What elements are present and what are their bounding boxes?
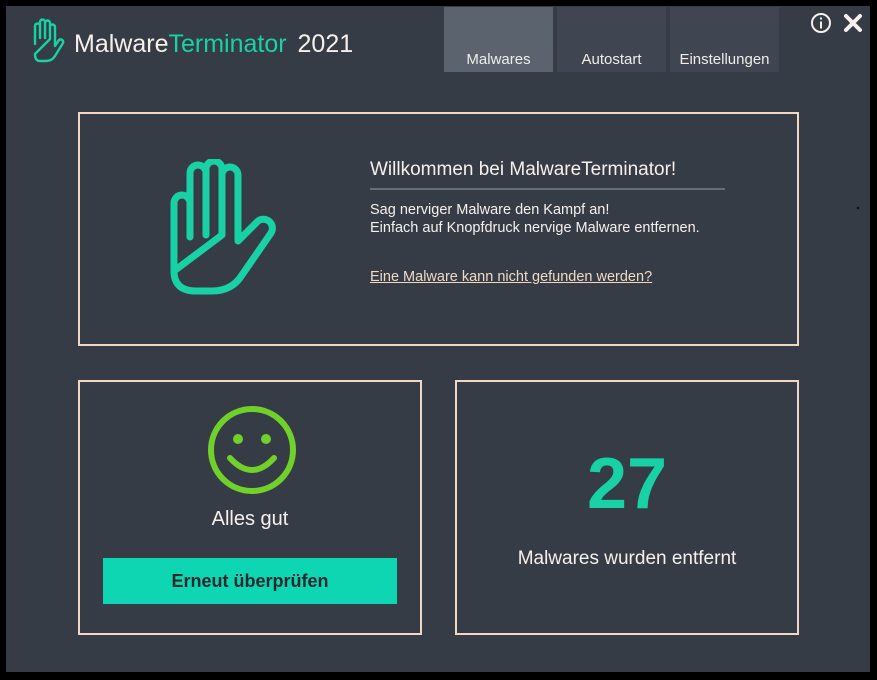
welcome-text-line: Einfach auf Knopfdruck nervige Malware e… [370, 220, 700, 236]
app-title-part1: Malware [74, 30, 169, 58]
tab-malwares[interactable]: Malwares [444, 7, 553, 72]
tab-label: Malwares [466, 51, 531, 68]
welcome-panel: Willkommen bei MalwareTerminator! Sag ne… [78, 112, 799, 346]
decorative-dot [857, 207, 859, 209]
app-title: MalwareTerminator 2021 [74, 30, 353, 59]
window-controls [810, 12, 864, 34]
tab-bar: Malwares Autostart Einstellungen [444, 7, 779, 72]
tab-autostart[interactable]: Autostart [557, 7, 666, 72]
status-text: Alles gut [211, 508, 289, 530]
welcome-text-line: Sag nerviger Malware den Kampf an! [370, 202, 610, 218]
close-icon[interactable] [842, 12, 864, 34]
app-title-part2: Terminator [168, 30, 287, 58]
welcome-title: Willkommen bei MalwareTerminator! [370, 159, 725, 190]
hand-stop-icon [170, 159, 276, 295]
tab-einstellungen[interactable]: Einstellungen [670, 7, 779, 72]
smiley-icon [208, 406, 296, 494]
recheck-button[interactable]: Erneut überprüfen [103, 558, 397, 604]
app-title-year: 2021 [297, 30, 354, 58]
tab-label: Einstellungen [679, 51, 770, 68]
hand-stop-icon [33, 18, 65, 63]
info-icon[interactable] [810, 12, 832, 34]
removed-count-panel: 27 Malwares wurden entfernt [455, 380, 799, 635]
status-panel: Alles gut Erneut überprüfen [78, 380, 422, 635]
app-window: MalwareTerminator 2021 Malwares Autostar… [6, 6, 870, 672]
tab-label: Autostart [581, 51, 642, 68]
malware-not-found-link[interactable]: Eine Malware kann nicht gefunden werden? [370, 269, 652, 285]
removed-count-label: Malwares wurden entfernt [517, 548, 737, 569]
removed-count: 27 [586, 444, 668, 524]
